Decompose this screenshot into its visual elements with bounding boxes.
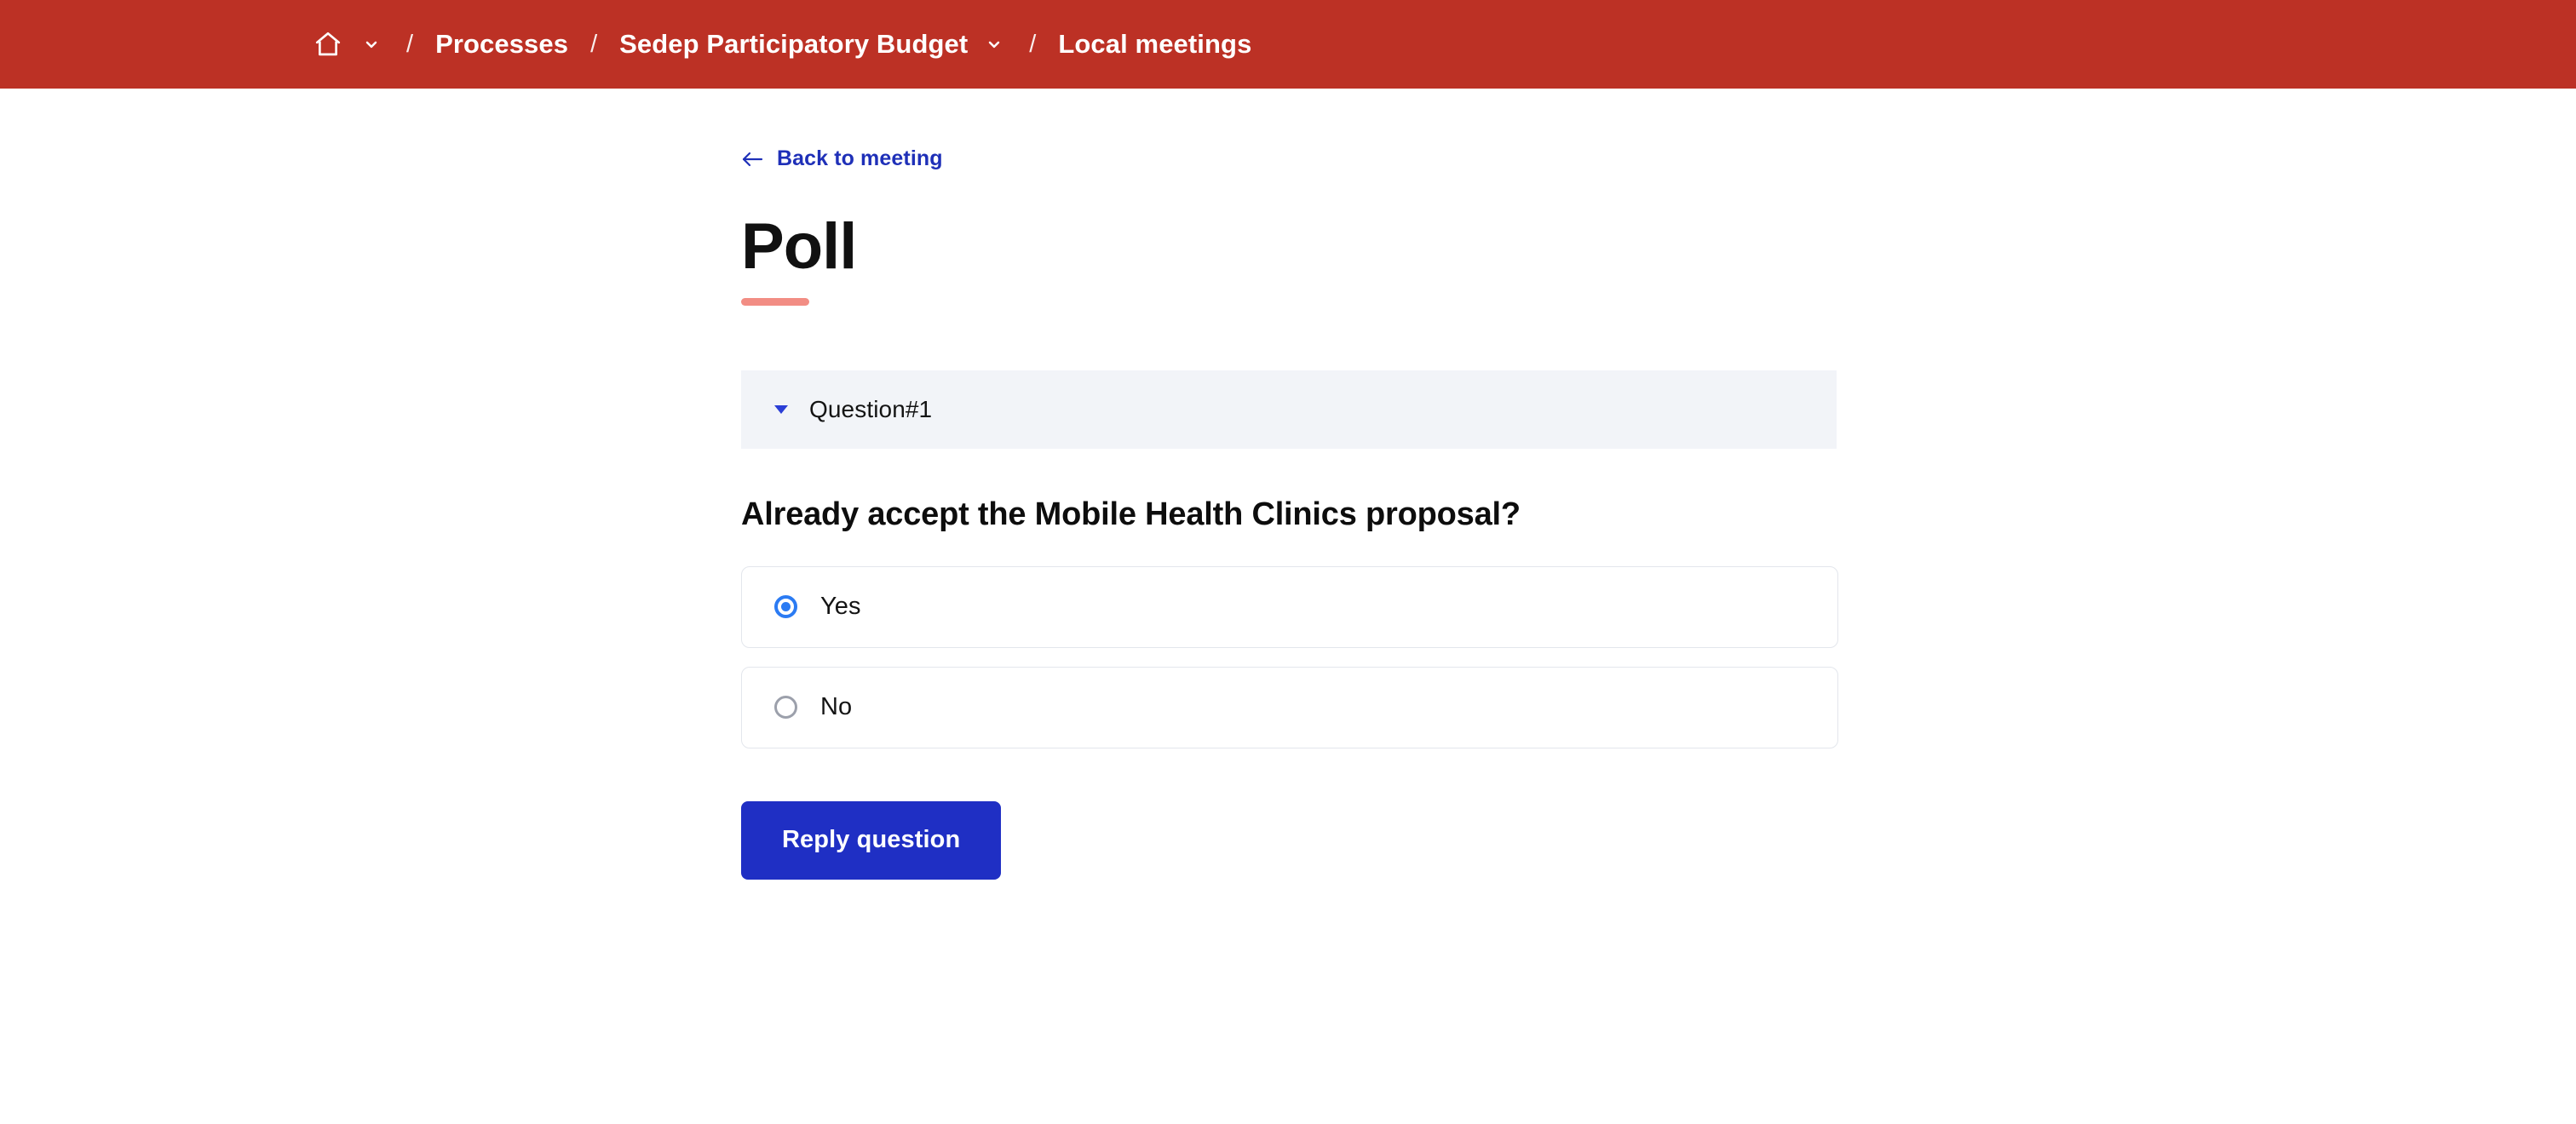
- process-dropdown-chevron-down-icon[interactable]: [981, 32, 1007, 57]
- page-body: Back to meeting Poll Question#1 Already …: [0, 89, 2576, 880]
- question-text: Already accept the Mobile Health Clinics…: [741, 496, 1521, 532]
- radio-yes[interactable]: [774, 595, 797, 619]
- radio-no[interactable]: [774, 696, 797, 720]
- back-to-meeting-link[interactable]: Back to meeting: [741, 146, 943, 171]
- poll-option-no-label: No: [820, 693, 853, 721]
- home-dropdown-chevron-down-icon[interactable]: [359, 32, 384, 57]
- page-title: Poll: [741, 209, 857, 283]
- poll-option-yes[interactable]: Yes: [741, 565, 1838, 648]
- home-icon[interactable]: [311, 27, 345, 61]
- title-underline-rule: [741, 297, 809, 306]
- content-column: Back to meeting Poll Question#1 Already …: [741, 146, 1838, 880]
- breadcrumb: / Processes / Sedep Participatory Budget…: [311, 0, 1251, 89]
- breadcrumb-separator: /: [1029, 30, 1037, 58]
- reply-question-button[interactable]: Reply question: [741, 800, 1002, 880]
- arrow-left-icon: [741, 148, 763, 170]
- question-accordion-header[interactable]: Question#1: [741, 370, 1837, 449]
- poll-option-yes-label: Yes: [820, 593, 861, 621]
- breadcrumb-item-sedep-participatory-budget[interactable]: Sedep Participatory Budget: [619, 29, 968, 60]
- page-title-block: Poll: [741, 209, 1837, 306]
- poll-options-list: Yes No: [741, 565, 1838, 748]
- question-accordion-label: Question#1: [809, 395, 933, 422]
- breadcrumb-item-local-meetings[interactable]: Local meetings: [1058, 29, 1251, 60]
- breadcrumb-separator: /: [590, 30, 598, 58]
- poll-option-no[interactable]: No: [741, 666, 1838, 748]
- breadcrumb-bar: / Processes / Sedep Participatory Budget…: [0, 0, 2576, 89]
- breadcrumb-item-processes[interactable]: Processes: [435, 29, 568, 60]
- breadcrumb-separator: /: [406, 30, 414, 58]
- caret-down-icon: [772, 400, 791, 419]
- back-to-meeting-label: Back to meeting: [777, 146, 943, 170]
